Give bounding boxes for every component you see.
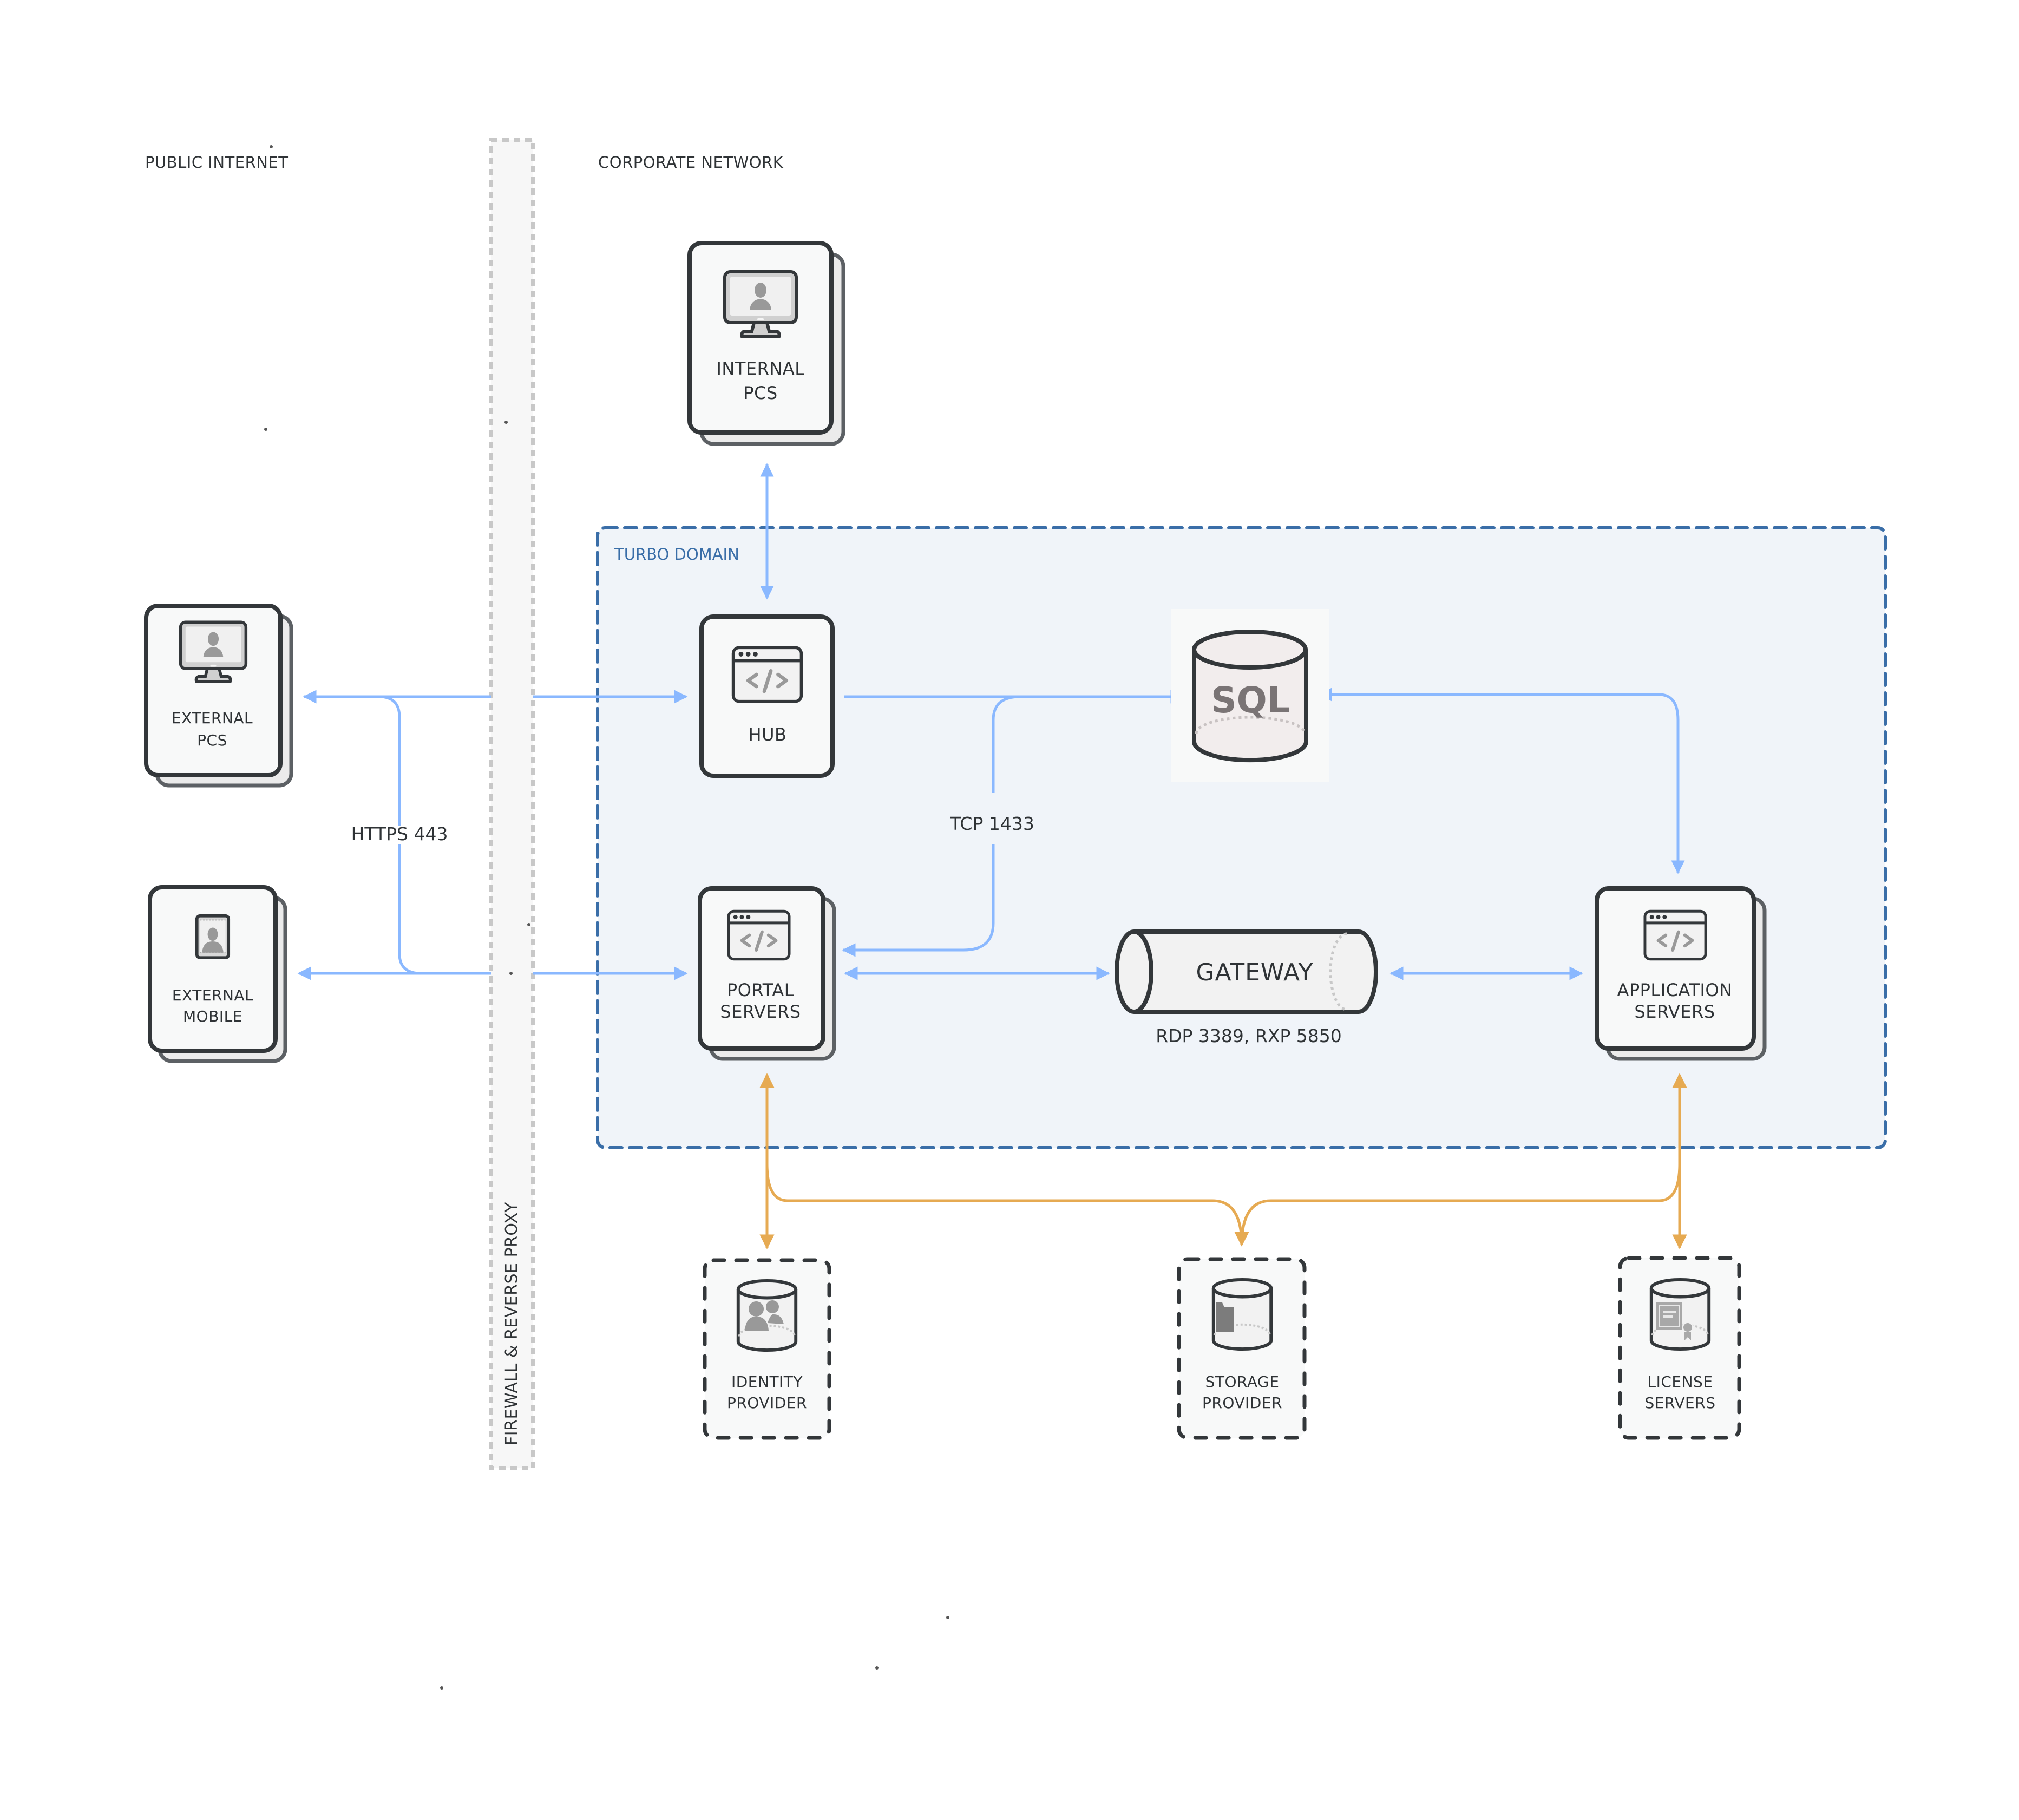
external-pcs-label-2: PCS	[197, 731, 227, 749]
node-storage-provider[interactable]: STORAGE PROVIDER	[1177, 1257, 1307, 1440]
node-hub[interactable]: HUB	[699, 614, 835, 778]
node-internal-pcs[interactable]: INTERNAL PCS	[687, 241, 845, 446]
node-identity-provider[interactable]: IDENTITY PROVIDER	[703, 1258, 831, 1440]
license-servers-label-2: SERVERS	[1645, 1394, 1716, 1412]
external-mobile-label-1: EXTERNAL	[172, 986, 253, 1004]
node-gateway[interactable]: GATEWAY	[1115, 929, 1378, 1014]
node-external-mobile[interactable]: EXTERNAL MOBILE	[148, 885, 287, 1063]
portal-servers-label-2: SERVERS	[720, 1001, 801, 1022]
firewall-zone: FIREWALL & REVERSE PROXY	[489, 138, 535, 1470]
internal-pcs-label-1: INTERNAL	[716, 358, 804, 379]
license-servers-label-1: LICENSE	[1647, 1373, 1713, 1391]
external-pcs-label-1: EXTERNAL	[172, 709, 253, 727]
https-label: HTTPS 443	[351, 823, 448, 844]
node-license-servers[interactable]: LICENSE SERVERS	[1618, 1256, 1741, 1440]
identity-provider-label-1: IDENTITY	[731, 1373, 803, 1391]
identity-provider-label-2: PROVIDER	[727, 1394, 807, 1412]
storage-provider-label-1: STORAGE	[1205, 1373, 1280, 1391]
gateway-ports-label: RDP 3389, RXP 5850	[1156, 1025, 1342, 1046]
tcp-label: TCP 1433	[949, 813, 1034, 834]
node-sql[interactable]: SQL	[1171, 609, 1329, 782]
node-external-pcs[interactable]: EXTERNAL PCS	[144, 604, 293, 788]
architecture-diagram: FIREWALL & REVERSE PROXY TURBO DOMAIN HT…	[144, 138, 1887, 1690]
gateway-label: GATEWAY	[1196, 959, 1313, 986]
storage-provider-label-2: PROVIDER	[1202, 1394, 1282, 1412]
node-portal-servers[interactable]: PORTAL SERVERS	[698, 886, 836, 1061]
external-mobile-label-2: MOBILE	[183, 1007, 242, 1025]
sql-label: SQL	[1211, 679, 1290, 721]
connector-bus-storage	[765, 1163, 1249, 1247]
database-icon	[1192, 630, 1308, 670]
public-internet-label: PUBLIC INTERNET	[145, 153, 289, 172]
users-database-icon	[738, 1281, 796, 1350]
node-application-servers[interactable]: APPLICATION SERVERS	[1595, 886, 1767, 1061]
application-servers-label-2: SERVERS	[1634, 1001, 1715, 1022]
turbo-domain-label: TURBO DOMAIN	[614, 545, 739, 564]
portal-servers-label-1: PORTAL	[727, 980, 794, 1000]
code-window-icon	[733, 647, 802, 701]
corporate-network-label: CORPORATE NETWORK	[598, 153, 784, 172]
code-window-icon	[729, 911, 789, 959]
mobile-user-icon	[197, 916, 228, 958]
hub-label: HUB	[749, 724, 787, 745]
internal-pcs-label-2: PCS	[743, 383, 777, 403]
code-window-icon	[1645, 911, 1706, 959]
pipe-icon	[1115, 929, 1153, 1014]
firewall-label: FIREWALL & REVERSE PROXY	[502, 1202, 521, 1445]
application-servers-label-1: APPLICATION	[1617, 980, 1732, 1000]
